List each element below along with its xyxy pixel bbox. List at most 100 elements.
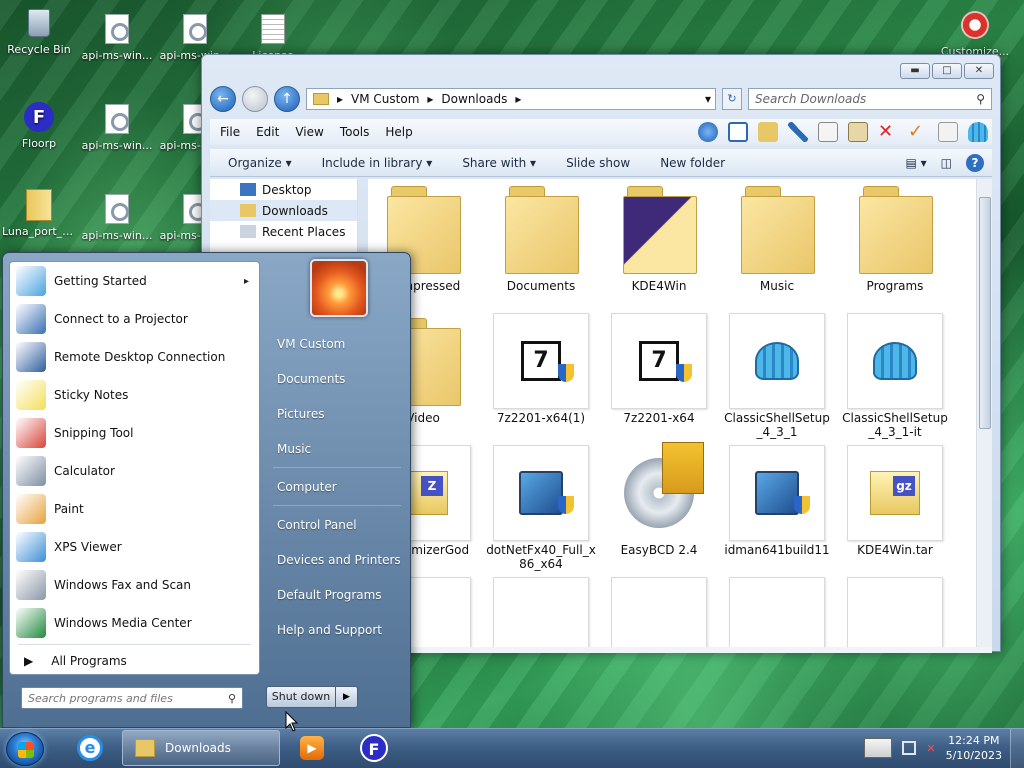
pen-input-icon[interactable] [864, 738, 893, 758]
file-view[interactable]: Compressed Documents KDE4Win Music Programs V… [368, 179, 982, 647]
refresh-button[interactable]: ↻ [722, 88, 742, 110]
desktop-icon-floorp[interactable]: F Floorp [2, 100, 76, 150]
link-control-panel[interactable]: Control Panel [277, 518, 357, 532]
file-item[interactable]: EasyBCD 2.4 [604, 442, 714, 557]
cut-icon[interactable] [788, 122, 808, 142]
desktop-icon-api-1[interactable]: api-ms-win... [80, 12, 154, 62]
breadcrumb-downloads[interactable]: Downloads [441, 92, 507, 106]
start-program-calculator[interactable]: Calculator [10, 452, 259, 490]
file-item[interactable] [722, 577, 832, 647]
nav-item-downloads[interactable]: Downloads [210, 200, 357, 221]
folder-icon [741, 186, 815, 274]
taskbar-media-player[interactable]: ▶ [292, 730, 332, 766]
menu-help[interactable]: Help [385, 125, 412, 139]
taskbar-internet-explorer[interactable]: e [70, 730, 110, 766]
slide-show-button[interactable]: Slide show [566, 156, 630, 170]
start-program-windows-fax-and-scan[interactable]: Windows Fax and Scan [10, 566, 259, 604]
start-program-snipping-tool[interactable]: Snipping Tool [10, 414, 259, 452]
file-item[interactable]: idman641build11 [722, 445, 832, 557]
desktop-icon-luna[interactable]: Luna_port_t... [2, 188, 76, 238]
menu-edit[interactable]: Edit [256, 125, 279, 139]
start-program-windows-media-center[interactable]: Windows Media Center [10, 604, 259, 642]
desktop-icon-recycle-bin[interactable]: Recycle Bin [2, 6, 76, 56]
new-folder-button[interactable]: New folder [660, 156, 725, 170]
file-thumbnail [729, 577, 825, 647]
desktop-icon-api-3[interactable]: api-ms-win... [80, 102, 154, 152]
close-button[interactable]: ✕ [964, 63, 994, 79]
file-item[interactable]: ClassicShellSetup_4_3_1-it [840, 313, 950, 439]
shutdown-button[interactable]: Shut down [266, 686, 336, 708]
search-input[interactable]: Search Downloads ⚲ [748, 88, 992, 110]
desktop-icon-customize[interactable]: Customize... [938, 8, 1012, 58]
taskbar-floorp[interactable]: F [354, 730, 394, 766]
show-desktop-button[interactable] [1010, 729, 1024, 768]
file-item[interactable]: ClassicShellSetup_4_3_1 [722, 313, 832, 439]
breadcrumb-vm-custom[interactable]: VM Custom [351, 92, 419, 106]
minimize-button[interactable]: ▬ [900, 63, 930, 79]
preview-pane-icon[interactable]: ◫ [941, 156, 952, 170]
clock[interactable]: 12:24 PM 5/10/2023 [946, 733, 1002, 763]
vertical-scrollbar[interactable] [976, 179, 992, 647]
start-button[interactable] [6, 732, 44, 766]
link-devices-printers[interactable]: Devices and Printers [277, 553, 401, 567]
up-button[interactable]: ↑ [274, 86, 300, 112]
up-folder-icon[interactable] [698, 122, 718, 142]
start-program-sticky-notes[interactable]: Sticky Notes [10, 376, 259, 414]
copy-icon[interactable] [818, 122, 838, 142]
properties-check-icon[interactable]: ✓ [908, 122, 928, 142]
scrollbar-thumb[interactable] [979, 197, 991, 429]
file-item[interactable]: KDE4Win [604, 181, 714, 293]
start-program-remote-desktop-connection[interactable]: Remote Desktop Connection [10, 338, 259, 376]
file-item[interactable]: Music [722, 181, 832, 293]
organize-button[interactable]: Organize ▾ [228, 156, 292, 170]
nav-item-desktop[interactable]: Desktop [210, 179, 357, 200]
folder-options-icon[interactable] [758, 122, 778, 142]
all-programs-button[interactable]: ▶ All Programs [10, 647, 259, 675]
file-item[interactable]: Programs [840, 181, 950, 293]
view-options-icon[interactable]: ▤ ▾ [905, 156, 926, 170]
desktop-icon-api-5[interactable]: api-ms-win... [80, 192, 154, 242]
file-item[interactable]: Documents [486, 181, 596, 293]
include-in-library-button[interactable]: Include in library ▾ [322, 156, 433, 170]
menu-tools[interactable]: Tools [340, 125, 370, 139]
paste-icon[interactable] [848, 122, 868, 142]
start-program-connect-to-a-projector[interactable]: Connect to a Projector [10, 300, 259, 338]
user-avatar[interactable] [310, 259, 368, 317]
file-item[interactable] [486, 577, 596, 647]
link-computer[interactable]: Computer [277, 480, 337, 494]
link-pictures[interactable]: Pictures [277, 407, 325, 421]
nav-item-recent-places[interactable]: Recent Places [210, 221, 357, 242]
panes-icon[interactable] [728, 122, 748, 142]
chevron-down-icon[interactable]: ▾ [705, 92, 715, 106]
file-item[interactable]: 7 7z2201-x64 [604, 313, 714, 425]
help-icon[interactable]: ? [966, 153, 984, 172]
link-music[interactable]: Music [277, 442, 311, 456]
link-default-programs[interactable]: Default Programs [277, 588, 382, 602]
start-program-xps-viewer[interactable]: XPS Viewer [10, 528, 259, 566]
volume-muted-icon[interactable]: ✕ [926, 742, 935, 755]
file-item[interactable] [604, 577, 714, 647]
network-icon[interactable] [902, 741, 917, 755]
shutdown-options-button[interactable]: ▶ [336, 686, 358, 708]
start-program-getting-started[interactable]: Getting Started ▸ [10, 262, 259, 300]
taskbar-downloads-window[interactable]: Downloads [122, 730, 280, 766]
start-search-input[interactable]: Search programs and files ⚲ [21, 687, 243, 709]
classic-shell-icon[interactable] [968, 122, 988, 142]
maximize-button[interactable]: □ [932, 63, 962, 79]
file-item[interactable]: 7 7z2201-x64(1) [486, 313, 596, 425]
address-bar[interactable]: ▸ VM Custom ▸ Downloads ▸ ▾ [306, 88, 716, 110]
file-item[interactable] [840, 577, 950, 647]
file-item[interactable]: gz KDE4Win.tar [840, 445, 950, 557]
link-vm-custom[interactable]: VM Custom [277, 337, 345, 351]
delete-icon[interactable]: ✕ [878, 122, 898, 142]
link-help-support[interactable]: Help and Support [277, 623, 382, 637]
menu-view[interactable]: View [295, 125, 323, 139]
forward-button[interactable] [242, 86, 268, 112]
share-with-button[interactable]: Share with ▾ [462, 156, 536, 170]
back-button[interactable]: ← [210, 86, 236, 112]
menu-file[interactable]: File [220, 125, 240, 139]
start-program-paint[interactable]: Paint [10, 490, 259, 528]
link-documents[interactable]: Documents [277, 372, 345, 386]
file-item[interactable]: dotNetFx40_Full_x86_x64 [486, 445, 596, 571]
email-icon[interactable] [938, 122, 958, 142]
